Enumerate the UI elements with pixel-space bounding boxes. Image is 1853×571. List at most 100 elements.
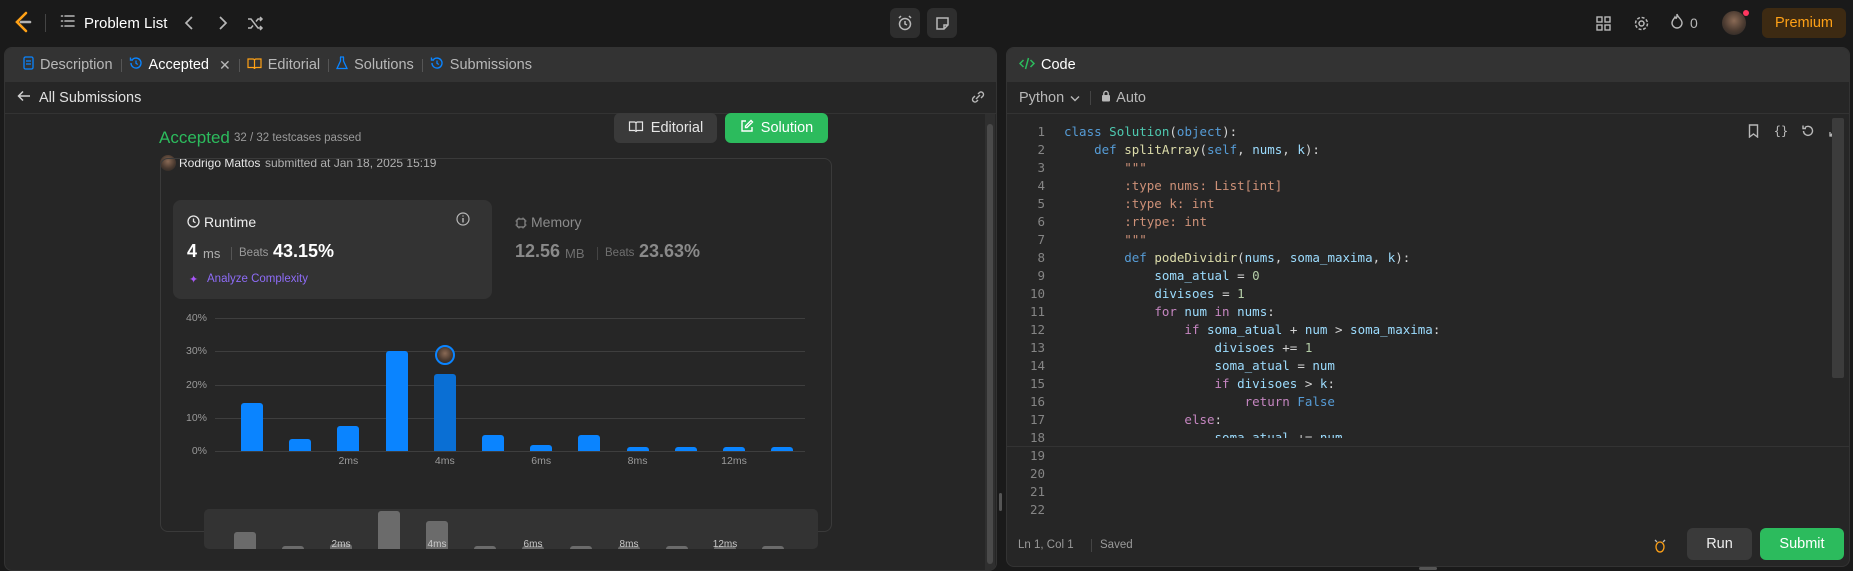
line-number: 9 — [1037, 268, 1045, 283]
code-icon — [1018, 57, 1036, 74]
runtime-unit: ms — [203, 246, 221, 261]
lock-icon — [1101, 90, 1111, 106]
problem-list-label: Problem List — [84, 14, 168, 32]
line-number-gutter: 1 2 3 4 5 6 7 8 9 10 11 12 13 14 15 16 17 18 19 20 21 22 — [1007, 123, 1045, 519]
line-number: 8 — [1037, 250, 1045, 265]
minimap-x-label: 12ms — [712, 539, 738, 549]
streak-counter[interactable]: 0 — [1670, 11, 1698, 35]
editorial-button[interactable]: Editorial — [614, 113, 717, 143]
code-line: """ — [1064, 160, 1147, 175]
user-avatar[interactable] — [1722, 11, 1746, 35]
notes-button[interactable] — [927, 8, 957, 38]
editor-scrollbar[interactable] — [1832, 114, 1844, 434]
prev-problem-button[interactable] — [178, 11, 200, 35]
minimap-x-label: 4ms — [427, 539, 447, 549]
line-number: 11 — [1029, 304, 1045, 319]
submit-button[interactable]: Submit — [1760, 528, 1844, 560]
left-scrollbar[interactable] — [985, 114, 995, 570]
tab-solutions-label: Solutions — [354, 57, 414, 73]
code-panel: Code Python Auto {} 1 2 3 4 5 6 7 8 9 10 11 12 13 14 1… — [1006, 47, 1850, 567]
code-line: for num in nums: — [1154, 304, 1275, 319]
flask-icon — [336, 56, 349, 74]
premium-button[interactable]: Premium — [1762, 8, 1846, 38]
tab-description[interactable]: Description — [15, 48, 122, 82]
code-line: def splitArray(self, nums, k): — [1094, 142, 1320, 157]
code-tab-bar: Code — [1007, 48, 1849, 82]
line-number: 6 — [1037, 214, 1045, 229]
code-line: :rtype: int — [1064, 214, 1207, 229]
submission-panel: Description Accepted ✕ Editorial Solutio… — [4, 47, 997, 571]
history-icon — [129, 56, 143, 74]
layout-icon[interactable] — [1592, 11, 1614, 35]
code-line: :type nums: List[int] — [1064, 178, 1283, 193]
book-icon — [628, 120, 644, 137]
tab-accepted[interactable]: Accepted ✕ — [121, 48, 240, 82]
settings-gear-icon[interactable] — [1630, 11, 1652, 35]
run-button[interactable]: Run — [1687, 528, 1752, 560]
edit-icon — [740, 119, 754, 137]
solution-button-label: Solution — [760, 120, 814, 136]
code-line: else: — [1184, 412, 1223, 427]
minimap-bar — [570, 545, 592, 549]
minimap-bar — [378, 511, 400, 549]
analyze-complexity-link[interactable]: Analyze Complexity — [207, 273, 308, 285]
code-line: if soma_atual + num > soma_maxima: — [1184, 322, 1441, 337]
back-arrow-icon[interactable] — [17, 90, 31, 106]
tab-description-label: Description — [40, 57, 113, 73]
memory-label[interactable]: Memory — [531, 214, 582, 230]
debug-icon[interactable] — [1652, 537, 1668, 558]
editorial-button-label: Editorial — [650, 120, 704, 136]
history-icon — [430, 56, 444, 74]
problem-list-button[interactable]: Problem List — [60, 11, 167, 35]
runtime-beats-label: Beats — [239, 247, 269, 259]
language-select[interactable]: Python — [1019, 90, 1080, 106]
line-number: 12 — [1029, 322, 1045, 337]
line-number: 20 — [1029, 466, 1045, 481]
top-navbar: Problem List 0 Premium — [0, 0, 1853, 46]
code-editor[interactable]: class Solution(object): def splitArray(s… — [1064, 123, 1824, 438]
line-number: 22 — [1029, 502, 1045, 517]
nav-divider — [45, 14, 46, 32]
chevron-down-icon — [1070, 90, 1080, 106]
leetcode-logo[interactable] — [12, 10, 34, 34]
line-number: 10 — [1029, 286, 1045, 301]
tab-editorial-label: Editorial — [267, 57, 321, 73]
cursor-position: Ln 1, Col 1 — [1018, 539, 1074, 551]
sparkle-icon: ✦ — [189, 274, 199, 286]
memory-unit: MB — [565, 246, 585, 261]
code-line: """ — [1064, 232, 1147, 247]
minimap-bar — [282, 546, 304, 549]
distribution-minimap[interactable]: 2ms 4ms 6ms 8ms 12ms — [204, 509, 818, 549]
auto-label[interactable]: Auto — [1116, 90, 1146, 106]
line-number: 1 — [1037, 124, 1045, 139]
submissions-back-bar: All Submissions — [5, 82, 996, 114]
tab-solutions[interactable]: Solutions — [328, 48, 423, 82]
tab-submissions[interactable]: Submissions — [422, 48, 540, 82]
shuffle-icon[interactable] — [244, 11, 266, 35]
all-submissions-link[interactable]: All Submissions — [39, 90, 141, 106]
code-line: divisoes += 1 — [1214, 340, 1313, 355]
clock-icon — [187, 215, 200, 233]
close-tab-icon[interactable]: ✕ — [219, 57, 231, 74]
next-problem-button[interactable] — [212, 11, 234, 35]
minimap-x-label: 8ms — [619, 539, 639, 549]
memory-beats-value: 23.63% — [639, 241, 701, 261]
code-tab-title[interactable]: Code — [1041, 57, 1076, 73]
minimap-x-label: 2ms — [331, 539, 351, 549]
share-link-icon[interactable] — [970, 90, 986, 108]
code-line: class Solution(object): — [1064, 124, 1238, 139]
timer-button[interactable] — [890, 8, 920, 38]
info-icon[interactable] — [456, 212, 470, 231]
status-accepted: Accepted — [159, 128, 230, 147]
line-number: 19 — [1029, 448, 1045, 463]
solution-button[interactable]: Solution — [725, 113, 828, 143]
panel-resize-handle[interactable] — [999, 493, 1002, 511]
code-line: return False — [1244, 394, 1335, 409]
code-line: soma_atual = num — [1214, 358, 1335, 373]
tab-editorial[interactable]: Editorial — [239, 48, 330, 82]
runtime-label: Runtime — [204, 214, 257, 230]
line-number: 16 — [1029, 394, 1045, 409]
testcases-text: 32 / 32 testcases passed — [234, 132, 362, 144]
line-number: 3 — [1037, 160, 1045, 175]
tab-accepted-label: Accepted — [148, 57, 209, 73]
